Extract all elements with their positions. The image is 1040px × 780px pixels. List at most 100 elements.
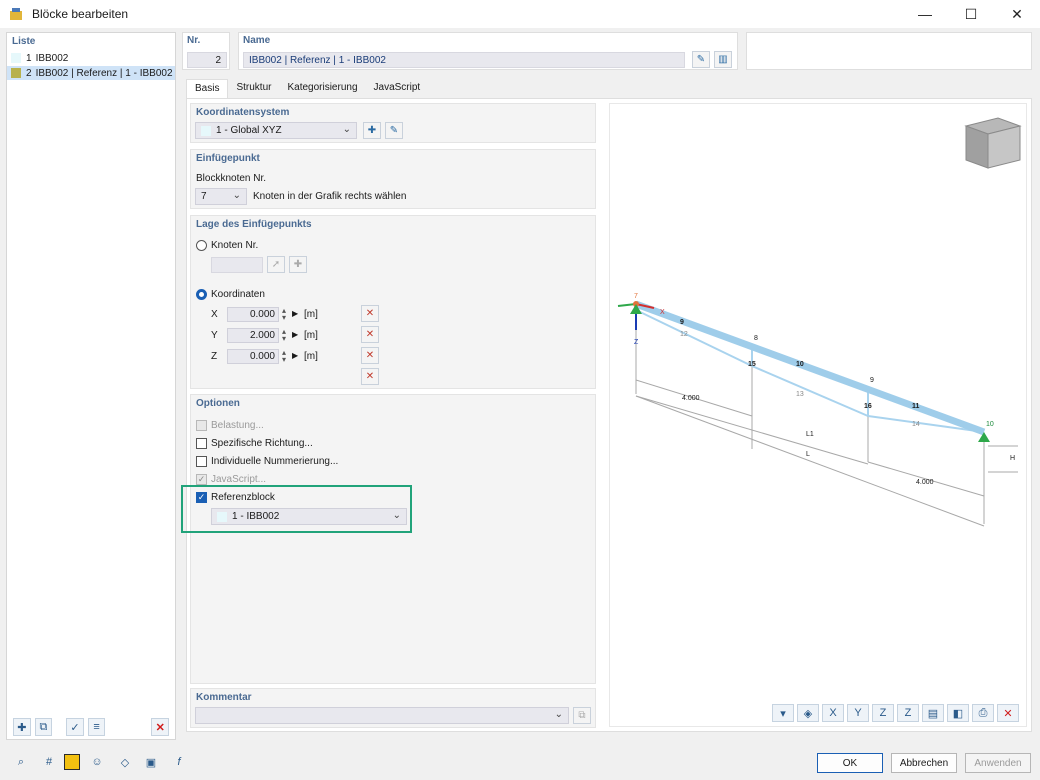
name-label: Name <box>243 35 271 46</box>
color-icon[interactable] <box>64 754 80 770</box>
knoten-radio[interactable] <box>196 240 207 251</box>
tab-kategorisierung[interactable]: Kategorisierung <box>279 79 365 98</box>
blockknoten-select[interactable]: 7 ⌄ <box>195 188 247 205</box>
chevron-down-icon: ⌄ <box>342 124 351 135</box>
javascript-checkbox[interactable]: ✓ <box>196 474 207 485</box>
spin-icon[interactable]: ▴ ▾ <box>282 349 286 364</box>
blockknoten-label: Blockknoten Nr. <box>196 173 267 184</box>
blockknoten-hint: Knoten in der Grafik rechts wählen <box>253 191 407 202</box>
kommentar-title: Kommentar <box>196 692 252 703</box>
tab-struktur[interactable]: Struktur <box>228 79 279 98</box>
person-icon[interactable]: ☺ <box>86 752 108 772</box>
display-options-icon[interactable]: ▾ <box>772 704 794 722</box>
library-icon[interactable]: ▥ <box>714 51 732 68</box>
ok-button[interactable]: OK <box>817 753 883 773</box>
view-y-icon[interactable]: Y <box>847 704 869 722</box>
uncheck-icon[interactable]: ≡ <box>87 718 106 736</box>
view-x-icon[interactable]: X <box>822 704 844 722</box>
name-field[interactable]: IBB002 | Referenz | 1 - IBB002 <box>243 52 685 68</box>
arrow-right-icon[interactable]: ▶ <box>292 309 298 318</box>
new-block-icon[interactable]: ✚ <box>13 718 31 736</box>
coord-y-label: Y <box>211 330 218 341</box>
koordinatensystem-select[interactable]: 1 - Global XYZ ⌄ <box>195 122 357 139</box>
view-cube-icon[interactable] <box>964 117 1022 169</box>
cancel-button[interactable]: Abbrechen <box>891 753 957 773</box>
node-label: 16 <box>864 403 872 410</box>
reset-icon[interactable]: ✕ <box>997 704 1019 722</box>
arrow-right-icon[interactable]: ▶ <box>292 330 298 339</box>
new-coordsys-icon[interactable]: ✚ <box>363 122 381 139</box>
new-node-icon[interactable]: ✚ <box>289 256 307 273</box>
copy-block-icon[interactable]: ⧉ <box>34 718 53 736</box>
graphic-toolbar: ▾ ◈ X Y Z Z ▤ ◧ ⎙ ✕ <box>772 704 1022 722</box>
render-icon[interactable]: ◈ <box>797 704 819 722</box>
view-iso-icon[interactable]: Z <box>897 704 919 722</box>
units-icon[interactable]: # <box>38 752 60 772</box>
coord-x-unit: [m] <box>304 309 318 320</box>
pick-z-icon[interactable]: ✕ <box>361 347 379 364</box>
tab-javascript[interactable]: JavaScript <box>366 79 429 98</box>
extra-box <box>746 32 1032 70</box>
maximize-button[interactable]: ☐ <box>948 0 994 28</box>
tab-bar: Basis Struktur Kategorisierung JavaScrip… <box>186 79 428 98</box>
spezifische-richtung-checkbox[interactable] <box>196 438 207 449</box>
close-button[interactable]: ✕ <box>994 0 1040 28</box>
title-bar: Blöcke bearbeiten — ☐ ✕ <box>0 0 1040 28</box>
formula-icon[interactable]: f <box>168 752 190 772</box>
coord-z-input[interactable]: 0.000 <box>227 349 279 364</box>
koordinaten-label: Koordinaten <box>211 289 265 300</box>
delete-icon[interactable]: ✕ <box>151 718 169 736</box>
coord-z-unit: [m] <box>304 351 318 362</box>
layer-icon[interactable]: ▤ <box>922 704 944 722</box>
list-item-1[interactable]: 1 IBB002 <box>7 51 175 65</box>
graphic-view[interactable]: 7 8 9 10 15 16 9 10 11 12 13 14 4.000 4.… <box>609 103 1027 727</box>
chevron-down-icon: ⌄ <box>554 709 563 720</box>
list-panel: Liste 1 IBB002 2 IBB002 | Referenz | 1 -… <box>6 32 176 740</box>
koordinatensystem-value: 1 - Global XYZ <box>216 125 282 136</box>
pick-y-icon[interactable]: ✕ <box>361 326 379 343</box>
belastung-checkbox[interactable] <box>196 420 207 431</box>
coord-y-input[interactable]: 2.000 <box>227 328 279 343</box>
search-icon[interactable]: ⌕ <box>10 752 32 772</box>
coord-x-label: X <box>211 309 218 320</box>
member-label: 10 <box>796 361 804 368</box>
kommentar-section: Kommentar ⌄ ⧉ <box>190 688 596 728</box>
check-all-icon[interactable]: ✓ <box>66 718 84 736</box>
spin-icon[interactable]: ▴ ▾ <box>282 328 286 343</box>
individuelle-nummerierung-checkbox[interactable] <box>196 456 207 467</box>
list-toolbar: ✚ ⧉ ✓ ≡ ✕ <box>13 717 173 737</box>
axis-label: X <box>660 309 665 316</box>
app-icon <box>10 8 22 20</box>
dimension-label: 4.000 <box>916 479 934 486</box>
chevron-down-icon: ⌄ <box>232 190 241 201</box>
arrow-right-icon[interactable]: ▶ <box>292 351 298 360</box>
tab-basis[interactable]: Basis <box>186 79 229 98</box>
view-z-icon[interactable]: Z <box>872 704 894 722</box>
blockknoten-value: 7 <box>201 191 207 202</box>
pick-xyz-icon[interactable]: ✕ <box>361 368 379 385</box>
koordinaten-radio[interactable] <box>196 289 207 300</box>
list-item-2[interactable]: 2 IBB002 | Referenz | 1 - IBB002 <box>7 66 175 80</box>
print-icon[interactable]: ⎙ <box>972 704 994 722</box>
coord-x-input[interactable]: 0.000 <box>227 307 279 322</box>
member-label: 13 <box>796 391 804 398</box>
koordinatensystem-section: Koordinatensystem 1 - Global XYZ ⌄ ✚ ✎ <box>190 103 596 143</box>
list-item-name: IBB002 <box>35 52 69 64</box>
node-label: 9 <box>870 377 874 384</box>
pick-x-icon[interactable]: ✕ <box>361 305 379 322</box>
pick-node-icon[interactable]: ➚ <box>267 256 285 273</box>
apply-button[interactable]: Anwenden <box>965 753 1031 773</box>
spin-icon[interactable]: ▴ ▾ <box>282 307 286 322</box>
kommentar-input[interactable]: ⌄ <box>195 707 569 724</box>
minimize-button[interactable]: — <box>902 0 948 28</box>
save-icon[interactable]: ▣ <box>140 752 162 772</box>
edit-name-icon[interactable]: ✎ <box>692 51 710 68</box>
nr-field[interactable]: 2 <box>187 52 227 68</box>
copy-comment-icon[interactable]: ⧉ <box>573 707 591 724</box>
box-view-icon[interactable]: ◧ <box>947 704 969 722</box>
dialog-icon[interactable]: ◇ <box>114 752 136 772</box>
knoten-field[interactable] <box>211 257 263 273</box>
edit-coordsys-icon[interactable]: ✎ <box>385 122 403 139</box>
optionen-section: Optionen Belastung... Spezifische Richtu… <box>190 394 596 684</box>
list-item-name: IBB002 | Referenz | 1 - IBB002 <box>35 67 173 79</box>
